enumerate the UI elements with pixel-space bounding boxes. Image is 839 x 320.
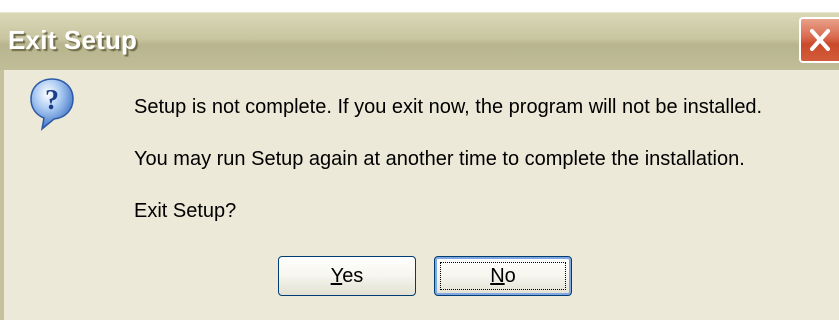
close-icon <box>810 29 830 51</box>
svg-text:?: ? <box>45 85 59 116</box>
exit-setup-dialog: Exit Setup ? Setup is not complete. If y… <box>0 0 839 320</box>
yes-label-rest: es <box>342 265 364 287</box>
message-line-3: Exit Setup? <box>134 200 237 222</box>
title-bar[interactable]: Exit Setup <box>0 12 839 70</box>
no-button[interactable]: No <box>434 256 572 296</box>
yes-mnemonic: Y <box>330 265 343 287</box>
dialog-title: Exit Setup <box>8 25 138 55</box>
yes-button[interactable]: Yes <box>278 256 416 296</box>
message-line-2: You may run Setup again at another time … <box>134 148 745 170</box>
close-button[interactable] <box>799 17 839 63</box>
message-line-1: Setup is not complete. If you exit now, … <box>134 96 763 118</box>
focus-rectangle <box>440 262 566 290</box>
question-icon: ? <box>30 78 74 131</box>
